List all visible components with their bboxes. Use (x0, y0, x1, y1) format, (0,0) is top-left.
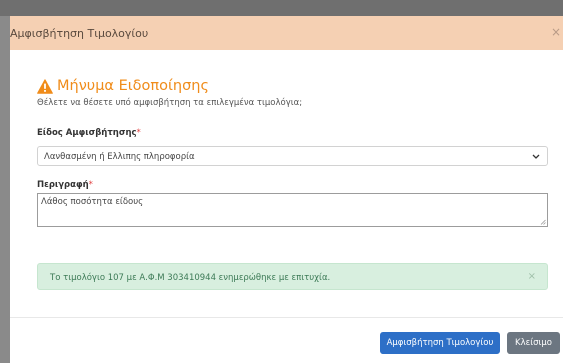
footer-divider (10, 317, 563, 318)
description-label-text: Περιγραφή (37, 180, 89, 190)
dispute-type-select[interactable]: Λανθασμένη ή Ελλιπης πληροφορία (37, 146, 548, 166)
backdrop-top-strip (0, 0, 563, 16)
success-alert: Το τιμολόγιο 107 με Α.Φ.Μ 303410944 ενημ… (37, 263, 548, 290)
warning-triangle-icon (37, 78, 53, 94)
notice-subtitle: Θέλετε να θέσετε υπό αμφισβήτηση τα επιλ… (37, 98, 303, 108)
chevron-down-icon (532, 154, 540, 159)
close-button[interactable]: Κλείσιμο (507, 332, 560, 354)
description-value: Λάθος ποσότητα είδους (41, 197, 144, 207)
dispute-type-value: Λανθασμένη ή Ελλιπης πληροφορία (44, 152, 195, 162)
resize-grip-icon[interactable] (540, 219, 546, 225)
description-textarea[interactable]: Λάθος ποσότητα είδους (37, 193, 548, 227)
modal-title: Αμφισβήτηση Τιμολογίου (10, 27, 149, 40)
notice-title: Μήνυμα Ειδοποίησης (57, 78, 209, 94)
description-label: Περιγραφή* (37, 180, 93, 190)
notice-heading: Μήνυμα Ειδοποίησης (37, 77, 209, 95)
modal-close-icon[interactable]: × (551, 25, 561, 39)
dispute-modal: Αμφισβήτηση Τιμολογίου × Μήνυμα Ειδοποίη… (10, 16, 563, 363)
dispute-invoice-button[interactable]: Αμφισβήτηση Τιμολογίου (380, 332, 500, 354)
alert-close-icon[interactable]: × (528, 271, 536, 282)
dispute-type-label: Είδος Αμφισβήτησης* (37, 128, 141, 138)
modal-header: Αμφισβήτηση Τιμολογίου × (10, 16, 563, 50)
required-mark: * (88, 180, 93, 190)
dispute-type-label-text: Είδος Αμφισβήτησης (37, 128, 137, 138)
required-mark: * (136, 128, 141, 138)
alert-message: Το τιμολόγιο 107 με Α.Φ.Μ 303410944 ενημ… (50, 273, 331, 283)
